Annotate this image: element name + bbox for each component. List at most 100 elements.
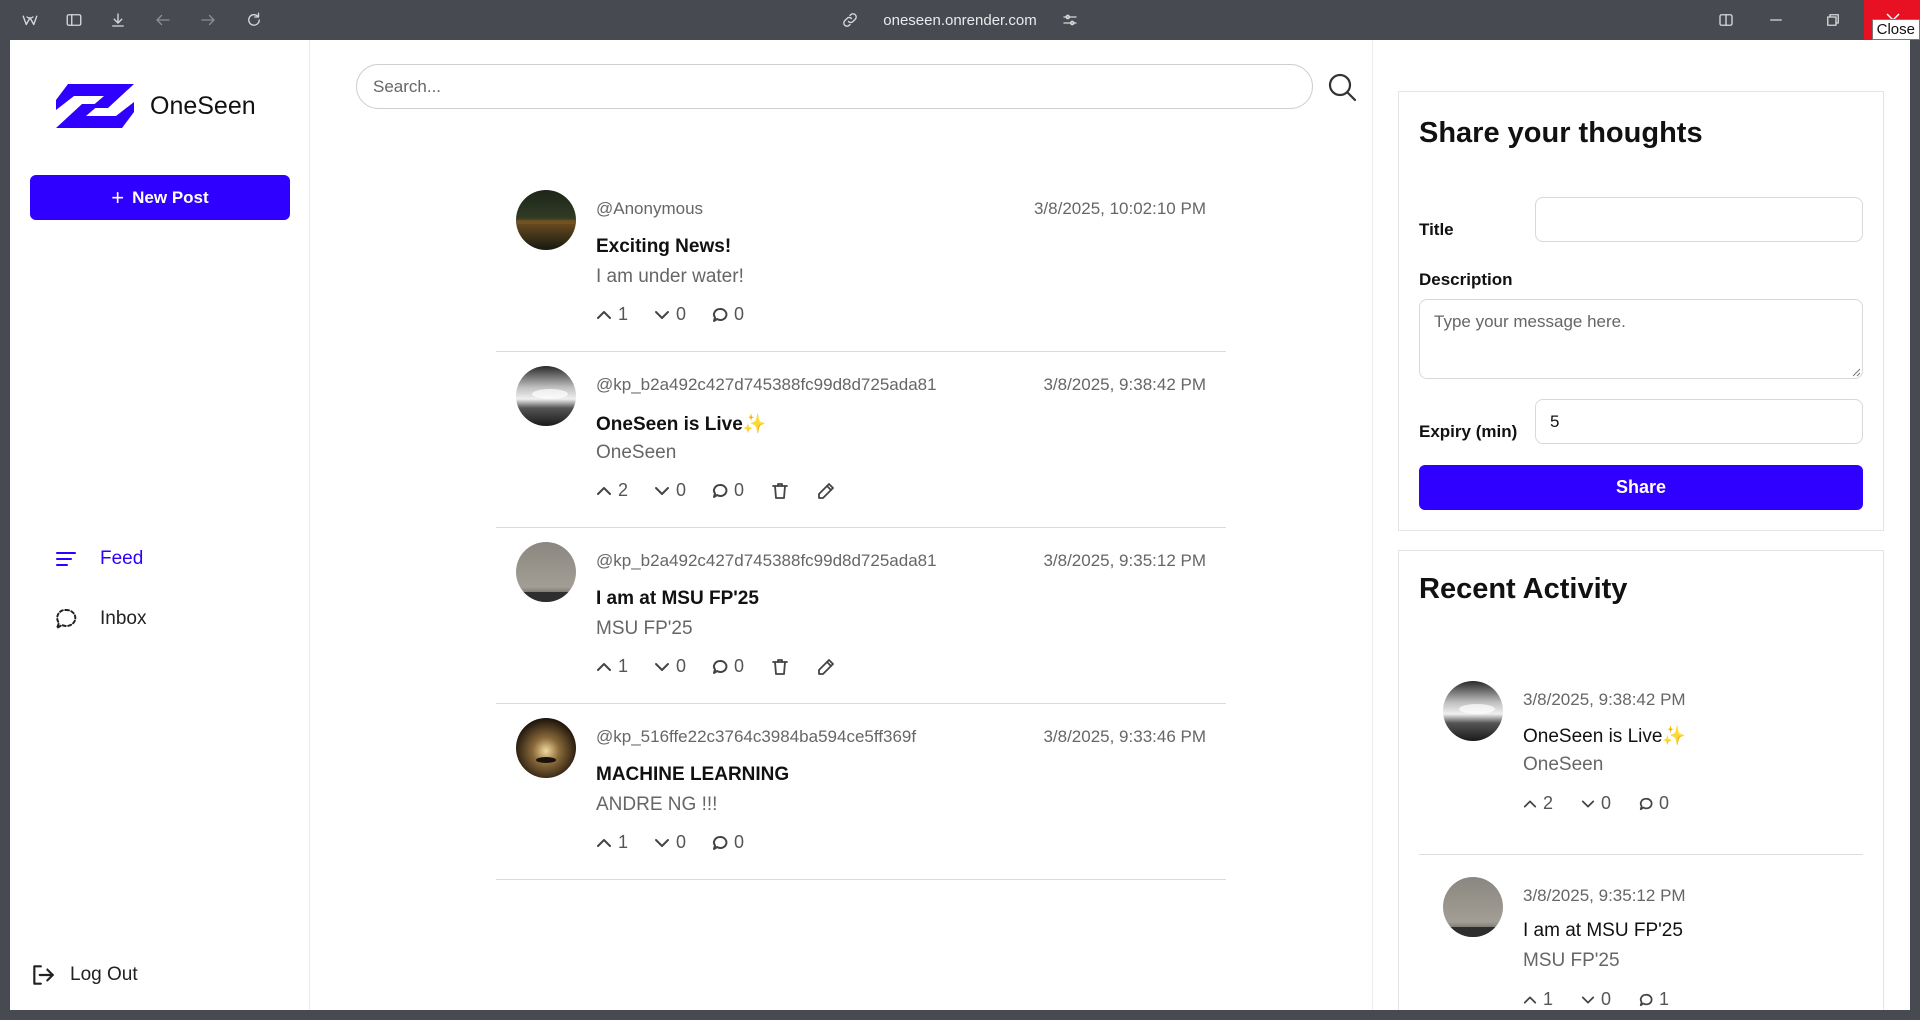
chevron-down-icon: [655, 662, 670, 671]
downvote-button[interactable]: 0: [654, 832, 686, 853]
trash-icon: [772, 658, 788, 675]
post-card[interactable]: @kp_516ffe22c3764c3984ba594ce5ff369f 3/8…: [496, 704, 1226, 880]
url-text[interactable]: oneseen.onrender.com: [883, 12, 1036, 29]
avatar[interactable]: [516, 542, 576, 602]
post-title: OneSeen is Live✨: [596, 414, 767, 435]
avatar[interactable]: [516, 366, 576, 426]
comment-icon: [713, 483, 728, 498]
edit-button[interactable]: [816, 657, 836, 677]
avatar[interactable]: [1443, 681, 1503, 741]
avatar[interactable]: [1443, 877, 1503, 937]
sidebar-item-inbox[interactable]: Inbox: [54, 607, 146, 631]
post-author[interactable]: @kp_516ffe22c3764c3984ba594ce5ff369f: [596, 727, 916, 747]
post-author[interactable]: @Anonymous: [596, 199, 703, 219]
chevron-down-icon: [1581, 996, 1595, 1003]
post-title: MACHINE LEARNING: [596, 764, 790, 785]
sidebar-item-feed[interactable]: Feed: [54, 547, 143, 571]
avatar[interactable]: [516, 190, 576, 250]
search-button[interactable]: [1327, 72, 1359, 104]
sidebar-toggle-icon[interactable]: [64, 10, 84, 30]
post-author[interactable]: @kp_b2a492c427d745388fc99d8d725ada81: [596, 551, 937, 571]
pencil-icon: [818, 658, 834, 675]
title-field[interactable]: [1535, 197, 1863, 242]
comment-count: 0: [734, 304, 745, 324]
post-author[interactable]: @kp_b2a492c427d745388fc99d8d725ada81: [596, 375, 937, 395]
comment-button[interactable]: 0: [712, 832, 744, 853]
back-arrow-icon[interactable]: [153, 10, 173, 30]
new-post-button[interactable]: + New Post: [30, 175, 290, 220]
post-card[interactable]: @Anonymous 3/8/2025, 10:02:10 PM Excitin…: [496, 176, 1226, 352]
logout-button[interactable]: Log Out: [30, 962, 138, 988]
comment-button[interactable]: 0: [1639, 793, 1669, 814]
post-actions: 2 0 0: [596, 480, 862, 501]
post-description: ANDRE NG !!!: [596, 794, 718, 815]
resize-handle-icon[interactable]: [1851, 367, 1861, 377]
brand-name: OneSeen: [150, 91, 256, 120]
comment-count: 0: [1659, 793, 1670, 813]
avatar[interactable]: [516, 718, 576, 778]
sidebar: OneSeen + New Post Feed Inbox Log Out: [10, 40, 310, 1010]
delete-button[interactable]: [770, 657, 790, 677]
post-card[interactable]: @kp_b2a492c427d745388fc99d8d725ada81 3/8…: [496, 528, 1226, 704]
downvote-button[interactable]: 0: [654, 480, 686, 501]
minimize-icon[interactable]: [1766, 10, 1786, 30]
chevron-up-icon: [597, 486, 611, 495]
post-timestamp: 3/8/2025, 9:33:46 PM: [1043, 727, 1206, 746]
comment-button[interactable]: 0: [712, 304, 744, 325]
upvote-count: 1: [618, 656, 629, 676]
upvote-button[interactable]: 1: [596, 832, 628, 853]
chevron-up-icon: [597, 838, 611, 847]
reload-icon[interactable]: [244, 10, 264, 30]
downvote-button[interactable]: 0: [1581, 793, 1611, 814]
upvote-button[interactable]: 1: [596, 304, 628, 325]
chevron-up-icon: [597, 662, 611, 671]
upvote-button[interactable]: 2: [596, 480, 628, 501]
menu-lines-icon: [56, 552, 76, 566]
share-heading: Share your thoughts: [1419, 117, 1703, 149]
activity-item[interactable]: 3/8/2025, 9:35:12 PM I am at MSU FP'25 M…: [1419, 855, 1863, 1010]
close-tooltip: Close: [1871, 19, 1920, 40]
sidebar-item-label: Inbox: [100, 608, 147, 629]
restore-icon[interactable]: [1823, 10, 1843, 30]
activity-description: OneSeen: [1523, 754, 1604, 775]
downvote-button[interactable]: 0: [1581, 989, 1611, 1010]
description-label: Description: [1419, 270, 1513, 289]
activity-item[interactable]: 3/8/2025, 9:38:42 PM OneSeen is Live✨ On…: [1419, 659, 1863, 855]
post-actions: 1 0 0: [596, 832, 770, 853]
link-icon[interactable]: [841, 11, 859, 29]
split-view-icon[interactable]: [1716, 10, 1736, 30]
comment-button[interactable]: 0: [712, 480, 744, 501]
post-timestamp: 3/8/2025, 10:02:10 PM: [1033, 199, 1206, 218]
app-logo[interactable]: OneSeen: [50, 80, 256, 132]
plus-icon: +: [111, 184, 125, 210]
site-settings-icon[interactable]: [1061, 11, 1079, 29]
downvote-button[interactable]: 0: [654, 656, 686, 677]
downvote-button[interactable]: 0: [654, 304, 686, 325]
upvote-button[interactable]: 2: [1523, 793, 1553, 814]
forward-arrow-icon[interactable]: [198, 10, 218, 30]
downvote-count: 0: [676, 480, 687, 500]
post-description: I am under water!: [596, 266, 744, 287]
expiry-label: Expiry (min): [1419, 422, 1518, 441]
post-description: MSU FP'25: [596, 618, 693, 639]
browser-logo-icon[interactable]: [20, 10, 40, 30]
downvote-count: 0: [676, 656, 687, 676]
search-input[interactable]: [356, 64, 1313, 109]
post-card[interactable]: @kp_b2a492c427d745388fc99d8d725ada81 3/8…: [496, 352, 1226, 528]
share-card: Share your thoughts Title Description Ex…: [1398, 91, 1884, 531]
delete-button[interactable]: [770, 481, 790, 501]
upvote-button[interactable]: 1: [596, 656, 628, 677]
upvote-button[interactable]: 1: [1523, 989, 1553, 1010]
post-title: I am at MSU FP'25: [596, 588, 759, 609]
share-button[interactable]: Share: [1419, 465, 1863, 510]
post-actions: 1 0 0: [596, 304, 770, 325]
chevron-down-icon: [655, 838, 670, 847]
download-icon[interactable]: [108, 10, 128, 30]
comment-button[interactable]: 1: [1639, 989, 1669, 1010]
expiry-field[interactable]: [1535, 399, 1863, 444]
recent-activity-heading: Recent Activity: [1419, 573, 1628, 605]
downvote-count: 0: [1601, 989, 1612, 1009]
comment-button[interactable]: 0: [712, 656, 744, 677]
description-field[interactable]: [1419, 299, 1863, 379]
edit-button[interactable]: [816, 481, 836, 501]
